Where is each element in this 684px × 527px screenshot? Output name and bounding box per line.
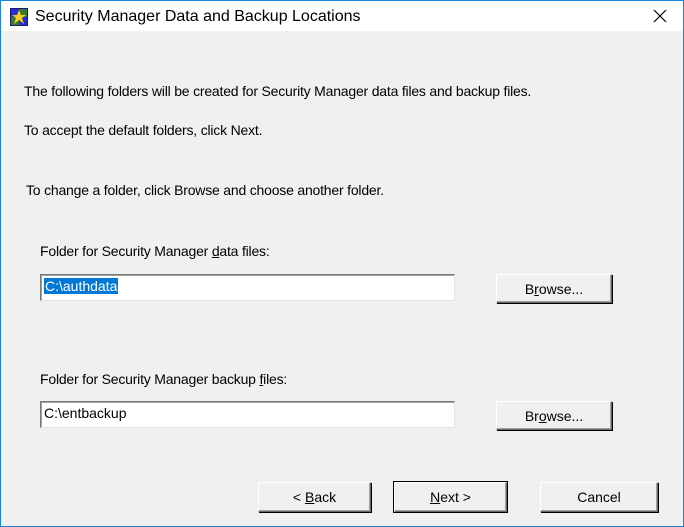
close-icon (653, 9, 667, 23)
security-manager-app-icon (10, 8, 28, 26)
title-bar[interactable]: Security Manager Data and Backup Locatio… (1, 1, 683, 31)
window-title: Security Manager Data and Backup Locatio… (35, 8, 361, 25)
backup-folder-input[interactable]: C:\entbackup (40, 401, 455, 428)
browse-backup-folder-button[interactable]: Br o wse... (496, 401, 612, 430)
backup-folder-value: C:\entbackup (44, 405, 127, 421)
intro-text-line1: The following folders will be created fo… (24, 83, 532, 99)
backup-folder-label: Folder for Security Manager backup files… (40, 371, 288, 387)
intro-text-line2: To accept the default folders, click Nex… (24, 122, 263, 138)
data-folder-value: C:\authdata (44, 278, 119, 294)
back-button[interactable]: < Back (258, 482, 371, 512)
intro-text-line3: To change a folder, click Browse and cho… (26, 182, 384, 198)
dialog-content: The following folders will be created fo… (1, 31, 683, 526)
next-button[interactable]: Next > (394, 482, 507, 512)
dialog-window: Security Manager Data and Backup Locatio… (0, 0, 684, 527)
browse-data-folder-button[interactable]: Br owse... (496, 274, 612, 303)
data-folder-input[interactable]: C:\authdata (40, 274, 455, 301)
close-button[interactable] (637, 1, 683, 31)
cancel-button[interactable]: Cancel (540, 482, 658, 512)
data-folder-label: Folder for Security Manager data files: (40, 243, 270, 259)
